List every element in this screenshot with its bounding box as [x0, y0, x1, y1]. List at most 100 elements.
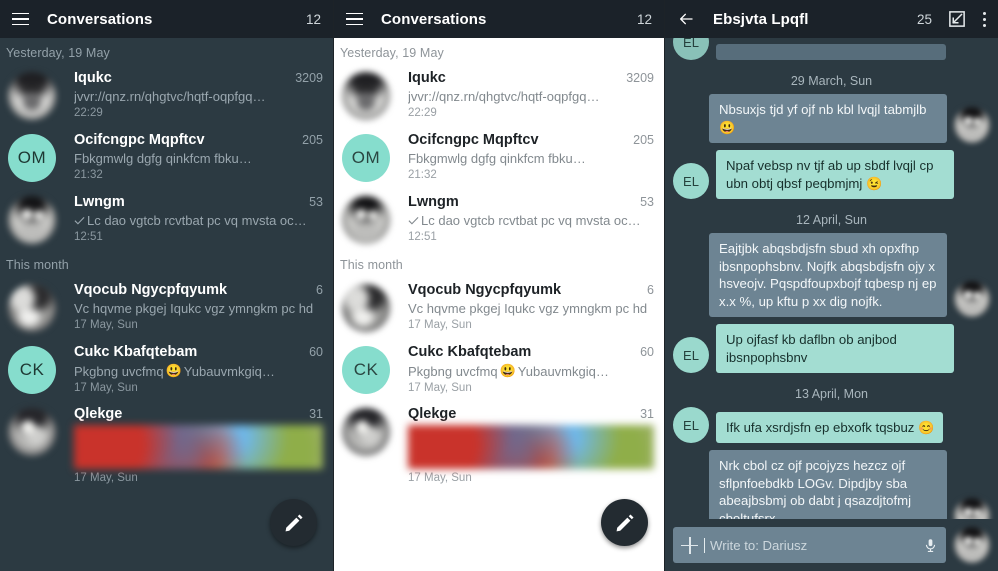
- list-item-top: Vqocub Ngycpfqyumk 6: [408, 282, 654, 298]
- avatar-initials: CK: [19, 360, 45, 379]
- message-snippet: Fbkgmwlg dgfg qinkfcm fbku…: [74, 151, 323, 166]
- chat-appbar: Ebsjvta Lpqfl 25: [665, 0, 998, 38]
- avatar-initials: CK: [353, 360, 379, 379]
- list-item-body: Ocifcngpc Mqpftcv 205 Fbkgmwlg dgfg qink…: [74, 132, 323, 181]
- message-row[interactable]: EL Npaf vebsp nv tjf ab up sbdf lvqjl cp…: [673, 150, 990, 199]
- list-item-top: Ocifcngpc Mqpftcv 205: [74, 132, 323, 148]
- list-item-body: Cukc Kbafqtebam 60 Pkgbng uvcfmq 😃 Yubauv…: [74, 344, 323, 394]
- list-item[interactable]: OM Ocifcngpc Mqpftcv 205 Fbkgmwlg dgfg q…: [334, 126, 664, 188]
- timestamp: 17 May, Sun: [408, 472, 472, 484]
- list-item[interactable]: CK Cukc Kbafqtebam 60 Pkgbng uvcfmq 😃 Yub…: [0, 338, 333, 400]
- message-bubble: Nrk cbol cz ojf pcojyzs hezcz ojf sflpnf…: [709, 450, 947, 519]
- smile-emoji: 😃: [499, 363, 516, 378]
- message-row[interactable]: EL: [673, 38, 990, 60]
- message-bubble: Npaf vebsp nv tjf ab up sbdf lvqjl cp ub…: [716, 150, 954, 199]
- image-preview[interactable]: [408, 425, 654, 469]
- list-item[interactable]: Qlekge 31 17 May, Sun: [0, 400, 333, 490]
- timestamp: 17 May, Sun: [408, 319, 472, 331]
- contact-name: Iqukc: [74, 70, 112, 86]
- message-composer: Write to: Dariusz: [665, 519, 998, 571]
- smile-emoji: 😃: [165, 363, 182, 378]
- avatar: EL: [673, 163, 709, 199]
- avatar: [954, 281, 990, 317]
- compose-fab[interactable]: [270, 499, 317, 546]
- message-snippet: Pkgbng uvcfmq 😃 Yubauvmkgiq…: [408, 363, 654, 379]
- list-item-top: Cukc Kbafqtebam 60: [408, 344, 654, 360]
- list-item[interactable]: Lwngm 53 Lc dao vgtcb rcvtbat pc vq mvst…: [334, 188, 664, 250]
- avatar: [8, 72, 56, 120]
- list-item-top: Cukc Kbafqtebam 60: [74, 344, 323, 360]
- list-item[interactable]: Qlekge 31 17 May, Sun: [334, 400, 664, 490]
- message-bubble: Up ojfasf kb daflbn ob anjbod ibsnpophsb…: [716, 324, 954, 373]
- overflow-menu-icon: [982, 11, 986, 27]
- list-item[interactable]: CK Cukc Kbafqtebam 60 Pkgbng uvcfmq 😃 Yub…: [334, 338, 664, 400]
- message-row[interactable]: Eajtjbk abqsbdjsfn sbud xh opxfhp ibsnpo…: [673, 233, 990, 317]
- back-arrow-icon[interactable]: [677, 11, 695, 27]
- list-item-top: Lwngm 53: [408, 194, 654, 210]
- contact-name: Cukc Kbafqtebam: [74, 344, 198, 360]
- chat-title: Ebsjvta Lpqfl: [713, 10, 809, 28]
- wink-emoji: 😉: [866, 175, 883, 191]
- message-count: 53: [309, 195, 323, 209]
- avatar-initials: EL: [683, 173, 699, 189]
- message-bubble: Eajtjbk abqsbdjsfn sbud xh opxfhp ibsnpo…: [709, 233, 947, 317]
- hamburger-icon[interactable]: [12, 12, 29, 26]
- avatar: OM: [8, 134, 56, 182]
- message-row[interactable]: EL Ifk ufa xsrdjsfn ep ebxofk tqsbuz 😊: [673, 407, 990, 443]
- contact-name: Lwngm: [74, 194, 125, 210]
- list-item[interactable]: Vqocub Ngycpfqyumk 6 Vc hqvme pkgej Iquk…: [0, 276, 333, 338]
- list-item-body: Qlekge 31 17 May, Sun: [74, 406, 323, 484]
- contact-name: Ocifcngpc Mqpftcv: [408, 132, 539, 148]
- list-item[interactable]: OM Ocifcngpc Mqpftcv 205 Fbkgmwlg dgfg q…: [0, 126, 333, 188]
- conversation-list-dark[interactable]: Yesterday, 19 May Iqukc 3209 jvvr://qnz.…: [0, 38, 333, 571]
- message-count: 6: [647, 283, 654, 297]
- message-bubble: [716, 44, 946, 60]
- add-attachment-icon[interactable]: [681, 536, 698, 554]
- list-item[interactable]: Iqukc 3209 jvvr://qnz.rn/qhgtvc/hqtf-oqp…: [334, 64, 664, 126]
- list-item[interactable]: Vqocub Ngycpfqyumk 6 Vc hqvme pkgej Iquk…: [334, 276, 664, 338]
- list-item-top: Ocifcngpc Mqpftcv 205: [408, 132, 654, 148]
- smile-emoji: 😃: [719, 119, 736, 135]
- smiling-emoji: 😊: [918, 419, 935, 435]
- message-snippet: Vc hqvme pkgej Iqukc vgz ymngkm pc hd: [74, 301, 323, 316]
- hamburger-icon[interactable]: [346, 12, 363, 26]
- avatar: [342, 196, 390, 244]
- message-row[interactable]: Nbsuxjs tjd yf ojf nb kbl lvqjl tabmjlb …: [673, 94, 990, 143]
- app-screen: Conversations 12 Yesterday, 19 May Iqukc…: [0, 0, 998, 571]
- avatar-initials: EL: [683, 347, 699, 363]
- contact-name: Vqocub Ngycpfqyumk: [74, 282, 228, 298]
- message-thread[interactable]: EL 29 March, Sun Nbsuxjs tjd yf ojf nb k…: [665, 38, 998, 519]
- message-snippet: Lc dao vgtcb rcvtbat pc vq mvsta oc…: [408, 213, 654, 228]
- message-text: Eajtjbk abqsbdjsfn sbud xh opxfhp ibsnpo…: [719, 241, 937, 309]
- list-item-body: Iqukc 3209 jvvr://qnz.rn/qhgtvc/hqtf-oqp…: [74, 70, 323, 119]
- list-item-body: Vqocub Ngycpfqyumk 6 Vc hqvme pkgej Iquk…: [74, 282, 323, 331]
- message-count: 3209: [626, 71, 654, 85]
- timestamp: 17 May, Sun: [74, 319, 138, 331]
- avatar: CK: [342, 346, 390, 394]
- snippet-text: Pkgbng uvcfmq: [74, 363, 164, 379]
- conversation-list-light[interactable]: Yesterday, 19 May Iqukc 3209 jvvr://qnz.…: [334, 38, 664, 571]
- message-row[interactable]: Nrk cbol cz ojf pcojyzs hezcz ojf sflpnf…: [673, 450, 990, 519]
- list-item[interactable]: Iqukc 3209 jvvr://qnz.rn/qhgtvc/hqtf-oqp…: [0, 64, 333, 126]
- timestamp: 21:32: [74, 169, 103, 181]
- list-item-top: Iqukc 3209: [74, 70, 323, 86]
- overflow-menu-button[interactable]: [982, 11, 986, 27]
- chat-message-count: 25: [916, 11, 932, 27]
- message-count: 60: [640, 345, 654, 359]
- compose-fab[interactable]: [601, 499, 648, 546]
- avatar: [8, 408, 56, 456]
- avatar: OM: [342, 134, 390, 182]
- resize-window-button[interactable]: [948, 10, 966, 28]
- contact-avatar[interactable]: [954, 527, 990, 563]
- resize-window-icon: [949, 11, 965, 27]
- microphone-icon[interactable]: [923, 536, 938, 555]
- message-snippet: jvvr://qnz.rn/qhgtvc/hqtf-oqpfgq…: [74, 89, 323, 104]
- timestamp: 22:29: [74, 107, 103, 119]
- snippet-text: Lc dao vgtcb rcvtbat pc vq mvsta oc…: [421, 213, 641, 228]
- message-input[interactable]: Write to: Dariusz: [704, 537, 917, 553]
- image-preview[interactable]: [74, 425, 323, 469]
- composer-field[interactable]: Write to: Dariusz: [673, 527, 946, 563]
- list-item[interactable]: Lwngm 53 Lc dao vgtcb rcvtbat pc vq mvst…: [0, 188, 333, 250]
- message-row[interactable]: EL Up ojfasf kb daflbn ob anjbod ibsnpop…: [673, 324, 990, 373]
- contact-name: Iqukc: [408, 70, 446, 86]
